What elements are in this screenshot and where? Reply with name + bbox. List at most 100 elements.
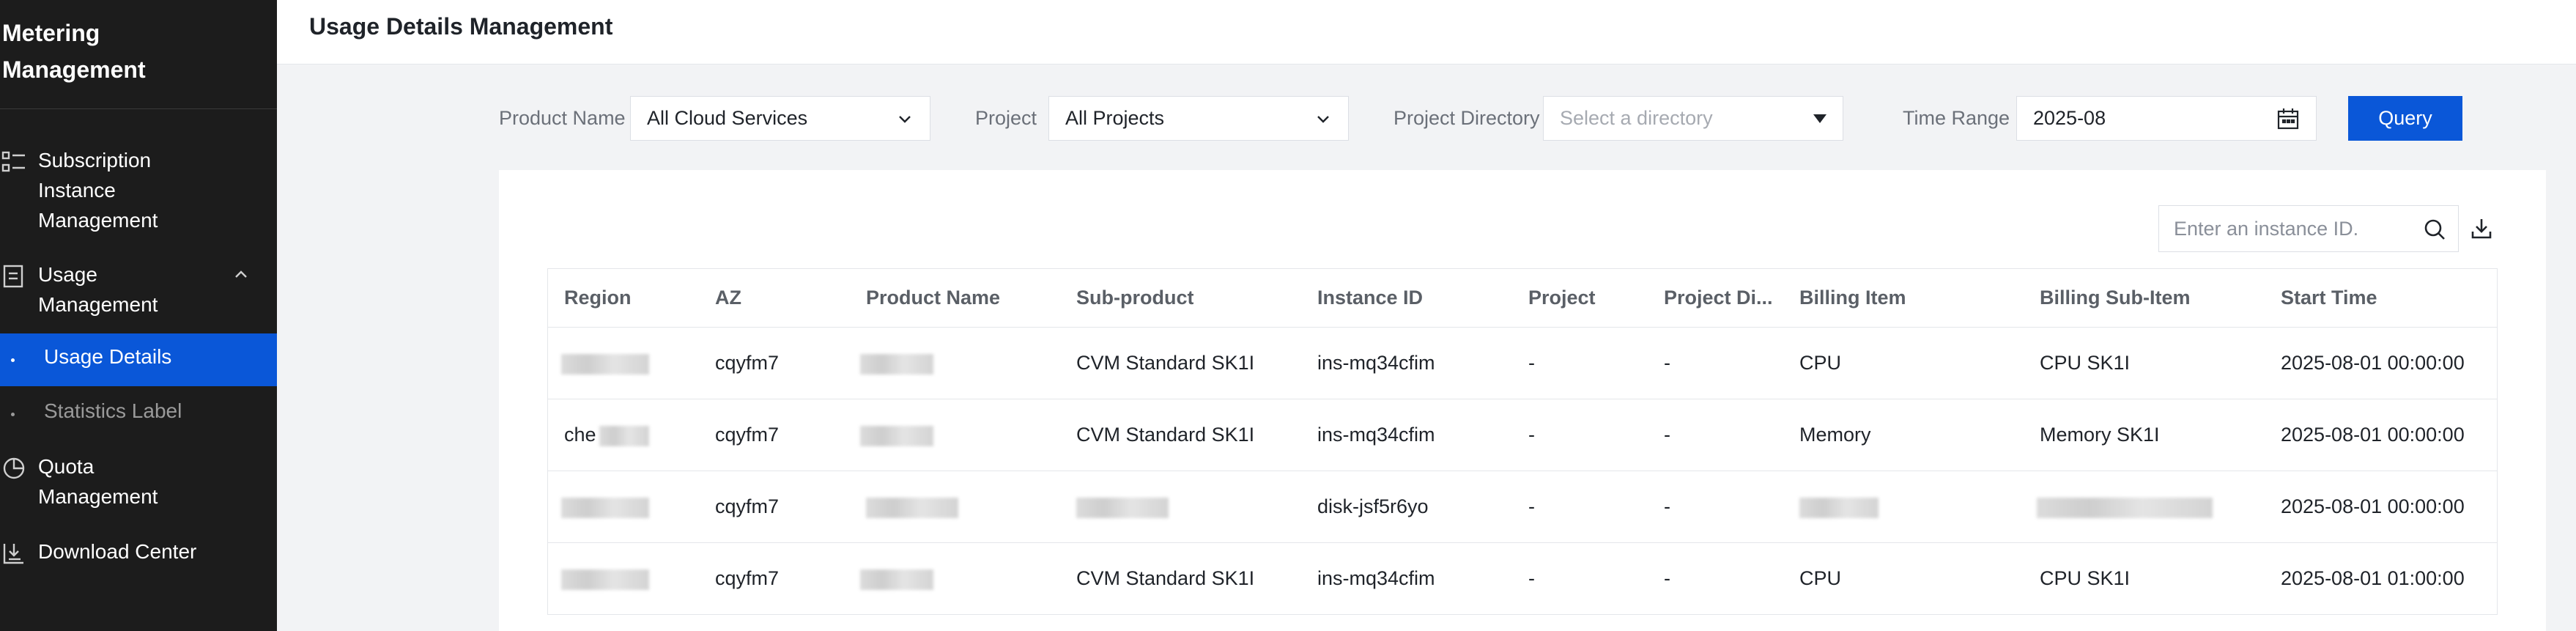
cell-instance-id: ins-mq34cfim bbox=[1317, 424, 1435, 446]
search-icon[interactable] bbox=[2423, 218, 2446, 241]
instance-search[interactable] bbox=[2158, 205, 2459, 252]
page-title: Usage Details Management bbox=[309, 13, 613, 40]
cell-az: cqyfm7 bbox=[715, 495, 780, 517]
search-input[interactable] bbox=[2174, 206, 2416, 251]
table-row[interactable]: cqyfm7 CVM Standard SK1I ins-mq34cfim - … bbox=[548, 543, 2497, 615]
table-header: Region AZ Product Name Sub-product Insta… bbox=[548, 269, 2497, 328]
redacted-billing-item bbox=[1799, 498, 1879, 518]
cell-start-time: 2025-08-01 00:00:00 bbox=[2281, 495, 2465, 517]
redacted-product bbox=[866, 498, 958, 518]
cell-billing-sub-item: CPU SK1I bbox=[2040, 352, 2131, 374]
results-panel: Region AZ Product Name Sub-product Insta… bbox=[499, 170, 2546, 631]
sidebar-item-label: Download Center bbox=[38, 540, 197, 563]
sidebar-divider bbox=[0, 108, 277, 109]
download-icon[interactable] bbox=[2470, 217, 2493, 240]
download-box-icon bbox=[3, 544, 23, 564]
cell-project: - bbox=[1528, 567, 1535, 589]
chevron-up-icon[interactable] bbox=[232, 265, 251, 284]
table-row[interactable]: cqyfm7 disk-jsf5r6yo - - 2025-08-01 00:0… bbox=[548, 471, 2497, 543]
product-name-label: Product Name bbox=[499, 107, 626, 129]
column-header: Product Name bbox=[866, 287, 1001, 309]
column-header: Project Di... bbox=[1664, 287, 1773, 309]
calendar-icon bbox=[2277, 108, 2299, 130]
cell-az: cqyfm7 bbox=[715, 424, 780, 446]
sidebar-item-label: Statistics Label bbox=[44, 399, 182, 422]
sidebar-title: Metering Management bbox=[2, 20, 146, 83]
redacted-region bbox=[561, 354, 649, 374]
redacted-product bbox=[860, 569, 933, 590]
sidebar-item-usage-management[interactable]: Usage Management bbox=[0, 259, 277, 321]
redacted-region bbox=[561, 498, 649, 518]
document-icon bbox=[3, 265, 23, 288]
cell-billing-item: Memory bbox=[1799, 424, 1871, 446]
sidebar-item-label: Usage Management bbox=[38, 263, 158, 316]
redacted-billing-sub-item bbox=[2037, 498, 2213, 518]
column-header: Project bbox=[1528, 287, 1596, 309]
chevron-down-icon bbox=[1317, 116, 1329, 123]
project-select[interactable]: All Projects bbox=[1048, 96, 1349, 141]
sidebar-item-quota-management[interactable]: Quota Management bbox=[0, 451, 277, 513]
redacted-sub-product bbox=[1076, 498, 1169, 518]
redacted-region bbox=[561, 569, 649, 590]
sidebar-item-label: Usage Details bbox=[44, 345, 172, 368]
redacted-product bbox=[860, 354, 933, 374]
sidebar-item-label: Quota Management bbox=[38, 455, 158, 508]
cell-az: cqyfm7 bbox=[715, 352, 780, 374]
cell-start-time: 2025-08-01 00:00:00 bbox=[2281, 424, 2465, 446]
cell-instance-id: ins-mq34cfim bbox=[1317, 352, 1435, 374]
cell-start-time: 2025-08-01 00:00:00 bbox=[2281, 352, 2465, 374]
column-header: Region bbox=[564, 287, 632, 309]
usage-details-table: Region AZ Product Name Sub-product Insta… bbox=[547, 268, 2498, 615]
cell-project-dir: - bbox=[1664, 424, 1670, 446]
cell-sub-product: CVM Standard SK1I bbox=[1076, 567, 1255, 589]
column-header: Billing Item bbox=[1799, 287, 1906, 309]
product-name-select[interactable]: All Cloud Services bbox=[630, 96, 930, 141]
project-label: Project bbox=[975, 107, 1037, 129]
cell-sub-product: CVM Standard SK1I bbox=[1076, 352, 1255, 374]
cell-start-time: 2025-08-01 01:00:00 bbox=[2281, 567, 2465, 589]
redacted-region bbox=[599, 426, 649, 446]
column-header: AZ bbox=[715, 287, 741, 309]
caret-down-icon bbox=[1813, 114, 1826, 123]
cell-billing-item: CPU bbox=[1799, 567, 1842, 589]
cell-project-dir: - bbox=[1664, 352, 1670, 374]
product-name-value: All Cloud Services bbox=[647, 107, 808, 129]
project-directory-placeholder: Select a directory bbox=[1560, 107, 1713, 129]
project-directory-select[interactable]: Select a directory bbox=[1543, 96, 1843, 141]
page-header: Usage Details Management bbox=[277, 0, 2576, 64]
cell-billing-item: CPU bbox=[1799, 352, 1842, 374]
cell-project: - bbox=[1528, 424, 1535, 446]
cell-sub-product: CVM Standard SK1I bbox=[1076, 424, 1255, 446]
project-value: All Projects bbox=[1065, 107, 1165, 129]
cell-billing-sub-item: Memory SK1I bbox=[2040, 424, 2160, 446]
chevron-down-icon bbox=[899, 116, 911, 123]
project-directory-label: Project Directory bbox=[1394, 107, 1540, 129]
cell-project: - bbox=[1528, 495, 1535, 517]
cell-project-dir: - bbox=[1664, 567, 1670, 589]
sidebar-item-subscription-instance[interactable]: Subscription Instance Management bbox=[0, 145, 277, 237]
sidebar: Metering Management Subscription Instanc… bbox=[0, 0, 277, 631]
table-row[interactable]: cqyfm7 CVM Standard SK1I ins-mq34cfim - … bbox=[548, 328, 2497, 399]
cell-instance-id: ins-mq34cfim bbox=[1317, 567, 1435, 589]
cell-project-dir: - bbox=[1664, 495, 1670, 517]
cell-instance-id: disk-jsf5r6yo bbox=[1317, 495, 1429, 517]
sidebar-item-download-center[interactable]: Download Center bbox=[0, 536, 277, 567]
cell-az: cqyfm7 bbox=[715, 567, 780, 589]
table-row[interactable]: che cqyfm7 CVM Standard SK1I ins-mq34cfi… bbox=[548, 399, 2497, 471]
column-header: Billing Sub-Item bbox=[2040, 287, 2191, 309]
bullet-icon bbox=[11, 358, 15, 362]
time-range-value: 2025-08 bbox=[2033, 107, 2106, 129]
sidebar-item-statistics-label[interactable]: Statistics Label bbox=[0, 388, 277, 440]
time-range-label: Time Range bbox=[1903, 107, 2010, 129]
cell-project: - bbox=[1528, 352, 1535, 374]
column-header: Sub-product bbox=[1076, 287, 1194, 309]
redacted-product bbox=[860, 426, 933, 446]
sidebar-item-usage-details[interactable]: Usage Details bbox=[0, 333, 277, 386]
column-header: Instance ID bbox=[1317, 287, 1424, 309]
cell-region: che bbox=[564, 424, 596, 446]
cell-billing-sub-item: CPU SK1I bbox=[2040, 567, 2131, 589]
list-icon bbox=[1, 151, 25, 172]
pie-chart-icon bbox=[3, 457, 25, 479]
query-button[interactable]: Query bbox=[2348, 96, 2462, 141]
time-range-picker[interactable]: 2025-08 bbox=[2016, 96, 2317, 141]
